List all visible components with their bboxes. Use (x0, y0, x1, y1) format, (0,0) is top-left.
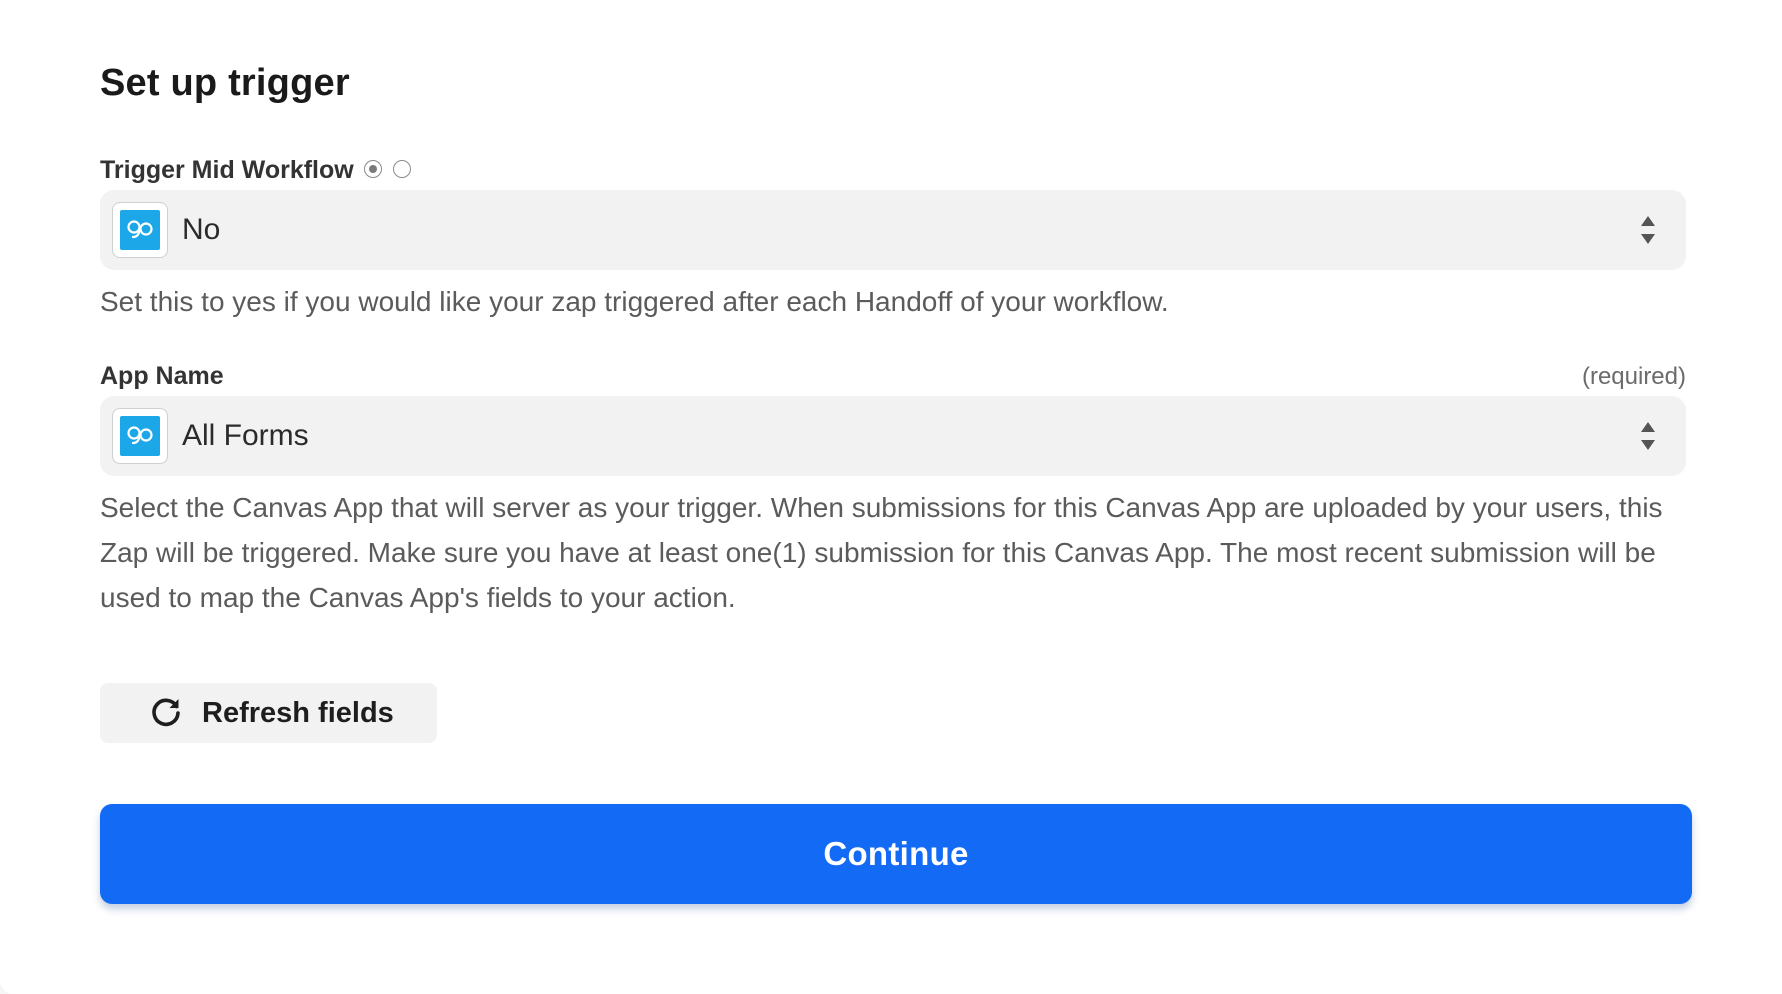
app-name-select[interactable]: All Forms (100, 396, 1686, 476)
trigger-mid-workflow-label: Trigger Mid Workflow (100, 156, 354, 184)
continue-label: Continue (823, 835, 969, 872)
refresh-fields-button[interactable]: Refresh fields (100, 683, 437, 743)
page-title: Set up trigger (100, 62, 350, 104)
refresh-fields-label: Refresh fields (202, 696, 394, 729)
radio-option-first[interactable] (364, 160, 382, 178)
continue-button[interactable]: Continue (100, 804, 1692, 904)
trigger-mid-workflow-help: Set this to yes if you would like your z… (100, 286, 1169, 317)
required-indicator: (required) (1581, 363, 1686, 390)
select-arrows-icon (1641, 422, 1655, 450)
refresh-icon (152, 698, 180, 727)
trigger-mid-workflow-value: No (182, 213, 221, 246)
app-name-label: App Name (100, 362, 224, 390)
app-name-value: All Forms (182, 419, 309, 452)
trigger-mid-workflow-radio-group (364, 160, 411, 178)
canvas-app-icon (112, 408, 168, 464)
select-arrows-icon (1641, 216, 1655, 244)
canvas-app-icon (112, 202, 168, 258)
radio-option-second[interactable] (393, 160, 411, 178)
trigger-mid-workflow-select[interactable]: No (100, 190, 1686, 270)
setup-trigger-panel: Set up trigger Trigger Mid Workflow No S… (0, 0, 1782, 994)
app-name-help: Select the Canvas App that will server a… (100, 492, 1663, 613)
